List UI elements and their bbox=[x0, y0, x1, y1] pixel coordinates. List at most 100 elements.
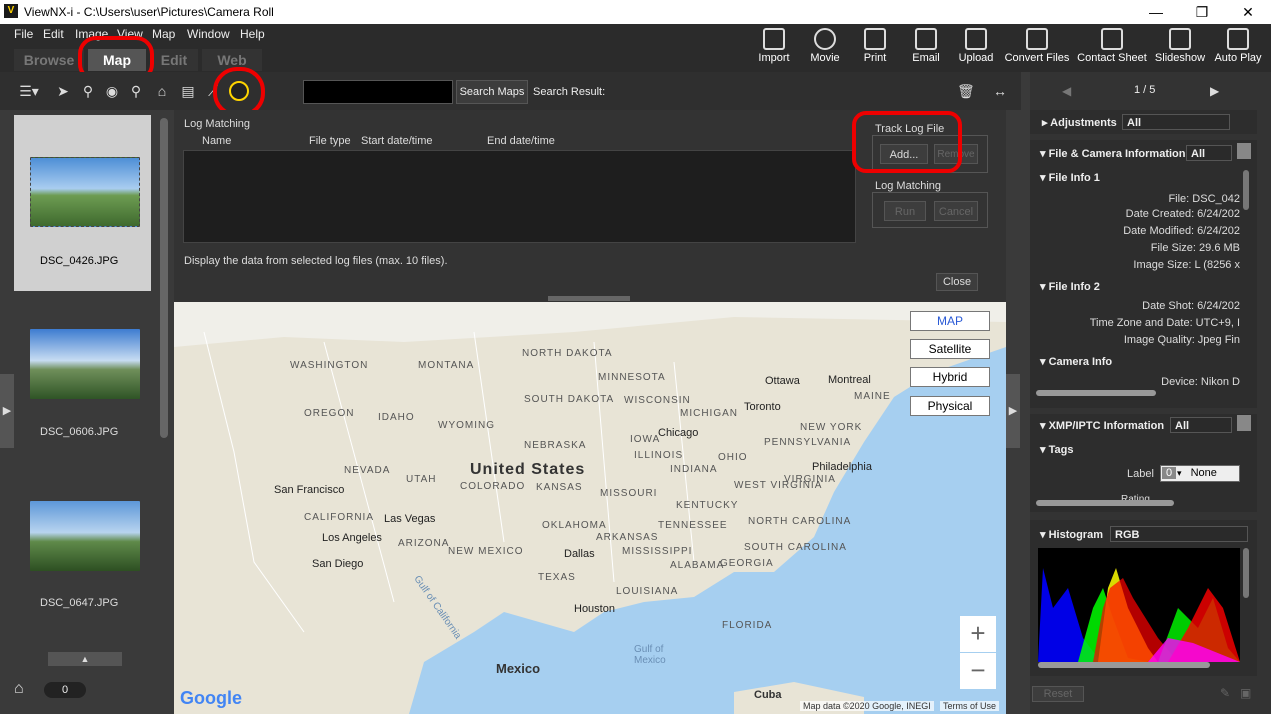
maximize-button[interactable]: ❐ bbox=[1179, 0, 1225, 24]
app-logo-icon: V bbox=[4, 4, 18, 18]
histogram-scrollbar[interactable] bbox=[1243, 548, 1249, 598]
region-label: VIRGINIA bbox=[784, 474, 836, 485]
expand-arrows-icon[interactable]: ↔ bbox=[988, 83, 1012, 99]
auto-play-icon bbox=[1227, 28, 1249, 50]
minimize-button[interactable]: — bbox=[1133, 0, 1179, 24]
column-name[interactable]: Name bbox=[202, 135, 231, 147]
slideshow-button[interactable]: Slideshow bbox=[1152, 28, 1208, 64]
file-info-2-title[interactable]: ▾ File Info 2 bbox=[1040, 280, 1100, 293]
menu-file[interactable]: File bbox=[14, 27, 33, 41]
thumbnail-image bbox=[30, 501, 140, 571]
photo-pin-icon[interactable]: ▤ bbox=[180, 83, 196, 99]
menu-edit[interactable]: Edit bbox=[43, 27, 64, 41]
city-label: San Francisco bbox=[274, 484, 345, 496]
region-label: TENNESSEE bbox=[658, 520, 728, 531]
histogram-title[interactable]: ▾ Histogram bbox=[1040, 528, 1103, 541]
collapse-left-handle[interactable]: ▶ bbox=[0, 374, 14, 448]
scroll-up-button[interactable]: ▲ bbox=[48, 652, 122, 666]
collapse-right-handle[interactable]: ▶ bbox=[1006, 374, 1020, 448]
zoom-out-button[interactable]: − bbox=[960, 653, 996, 689]
region-label: PENNSYLVANIA bbox=[764, 437, 852, 448]
log-file-list[interactable] bbox=[183, 150, 856, 243]
map-type-map[interactable]: MAP bbox=[910, 311, 990, 331]
label-dropdown[interactable]: 0 ▾ None bbox=[1160, 465, 1240, 482]
map-type-satellite[interactable]: Satellite bbox=[910, 339, 990, 359]
print-button[interactable]: Print bbox=[847, 28, 903, 64]
eraser-icon[interactable]: ⌂ bbox=[14, 680, 36, 702]
info-row: Date Shot: 6/24/202 bbox=[1142, 300, 1240, 312]
region-label: MAINE bbox=[854, 391, 891, 402]
column-file-type[interactable]: File type bbox=[309, 135, 351, 147]
menu-help[interactable]: Help bbox=[240, 27, 265, 41]
info-row: Date Modified: 6/24/202 bbox=[1123, 225, 1240, 237]
xmp-title[interactable]: ▾ XMP/IPTC Information bbox=[1040, 419, 1164, 432]
pin-edit-icon[interactable]: ⚲ bbox=[128, 83, 144, 99]
zoom-in-button[interactable]: + bbox=[960, 616, 996, 652]
histogram-hscrollbar[interactable] bbox=[1038, 662, 1210, 668]
menu-map[interactable]: Map bbox=[152, 27, 175, 41]
region-label: SOUTH CAROLINA bbox=[744, 542, 847, 553]
close-window-button[interactable]: ✕ bbox=[1225, 0, 1271, 24]
file-info-dropdown[interactable]: All bbox=[1186, 145, 1232, 161]
terms-link[interactable]: Terms of Use bbox=[940, 701, 1000, 711]
info-scrollbar[interactable] bbox=[1243, 170, 1249, 210]
trash-icon[interactable]: 🗑 bbox=[957, 83, 975, 99]
close-button[interactable]: Close bbox=[936, 273, 978, 291]
tab-browse[interactable]: Browse bbox=[14, 49, 84, 71]
contact-sheet-button[interactable]: Contact Sheet bbox=[1076, 28, 1148, 64]
info-icon[interactable] bbox=[1237, 143, 1251, 159]
file-info-1-title[interactable]: ▾ File Info 1 bbox=[1040, 171, 1100, 184]
country-label: United States bbox=[470, 461, 586, 478]
tags-title[interactable]: ▾ Tags bbox=[1040, 443, 1073, 456]
map-type-physical[interactable]: Physical bbox=[910, 396, 990, 416]
thumbnail-item[interactable]: DSC_0426.JPG bbox=[14, 115, 151, 291]
save-icon[interactable]: ▣ bbox=[1240, 686, 1251, 700]
menu-window[interactable]: Window bbox=[187, 27, 230, 41]
reset-button[interactable]: Reset bbox=[1032, 686, 1084, 702]
run-button[interactable]: Run bbox=[884, 201, 926, 221]
column-start-date[interactable]: Start date/time bbox=[361, 135, 433, 147]
movie-button[interactable]: Movie bbox=[797, 28, 853, 64]
panel-resize-handle[interactable] bbox=[548, 296, 630, 301]
search-input[interactable] bbox=[303, 80, 453, 104]
region-label: NORTH DAKOTA bbox=[522, 348, 613, 359]
region-label: NEVADA bbox=[344, 465, 391, 476]
contact-sheet-icon bbox=[1101, 28, 1123, 50]
prev-image-icon[interactable]: ◀ bbox=[1062, 84, 1071, 98]
region-label: FLORIDA bbox=[722, 620, 773, 631]
histogram-channel-dropdown[interactable]: RGB bbox=[1110, 526, 1248, 542]
cancel-button[interactable]: Cancel bbox=[934, 201, 978, 221]
import-button[interactable]: Import bbox=[746, 28, 802, 64]
tags-hscrollbar[interactable] bbox=[1036, 500, 1174, 506]
map-type-hybrid[interactable]: Hybrid bbox=[910, 367, 990, 387]
pin-icon[interactable]: ⚲ bbox=[80, 83, 96, 99]
info-icon[interactable] bbox=[1237, 415, 1251, 431]
adjustments-title[interactable]: ▸ Adjustments bbox=[1042, 116, 1117, 129]
region-label: UTAH bbox=[406, 474, 437, 485]
search-maps-button[interactable]: Search Maps bbox=[456, 80, 528, 104]
view-mode-icon[interactable]: ☰▾ bbox=[16, 83, 42, 99]
printer-icon bbox=[864, 28, 886, 50]
filmstrip-scrollbar[interactable] bbox=[160, 118, 168, 438]
email-button[interactable]: Email bbox=[898, 28, 954, 64]
log-matching-group-title: Log Matching bbox=[875, 180, 942, 192]
file-camera-info-title[interactable]: ▾ File & Camera Information bbox=[1040, 147, 1186, 160]
direction-icon[interactable]: ◉ bbox=[104, 83, 120, 99]
auto-play-button[interactable]: Auto Play bbox=[1210, 28, 1266, 64]
edit-icon[interactable]: ✎ bbox=[1220, 686, 1230, 700]
map-view[interactable]: MAP Satellite Hybrid Physical United Sta… bbox=[174, 302, 1006, 714]
info-hscrollbar[interactable] bbox=[1036, 390, 1156, 396]
tab-edit[interactable]: Edit bbox=[150, 49, 198, 71]
column-end-date[interactable]: End date/time bbox=[487, 135, 555, 147]
pointer-icon[interactable]: ➤ bbox=[55, 83, 71, 99]
convert-files-button[interactable]: Convert Files bbox=[1002, 28, 1072, 64]
info-row: Device: Nikon D bbox=[1161, 376, 1240, 388]
adjustments-dropdown[interactable]: All bbox=[1122, 114, 1230, 130]
thumbnail-item[interactable]: DSC_0606.JPG bbox=[14, 291, 151, 467]
next-image-icon[interactable]: ▶ bbox=[1210, 84, 1219, 98]
home-icon[interactable]: ⌂ bbox=[154, 83, 170, 99]
xmp-dropdown[interactable]: All bbox=[1170, 417, 1232, 433]
upload-button[interactable]: Upload bbox=[948, 28, 1004, 64]
thumbnail-item[interactable]: DSC_0647.JPG bbox=[14, 467, 151, 643]
camera-info-title[interactable]: ▾ Camera Info bbox=[1040, 355, 1112, 368]
